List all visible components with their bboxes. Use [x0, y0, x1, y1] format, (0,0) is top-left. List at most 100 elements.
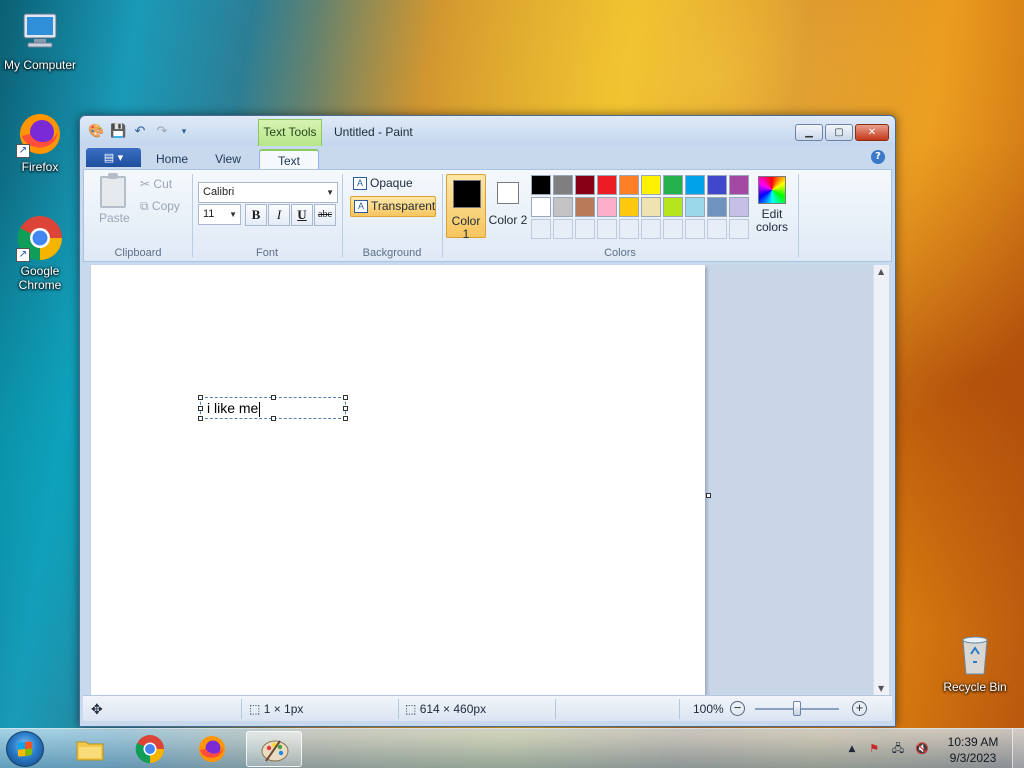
text-box[interactable]: i like me: [198, 395, 348, 421]
context-tab-text-tools: Text Tools: [258, 119, 322, 146]
resize-handle[interactable]: [343, 395, 348, 400]
palette-color-swatch[interactable]: [707, 197, 727, 217]
taskbar-item-paint[interactable]: [246, 731, 302, 767]
palette-color-swatch[interactable]: [685, 175, 705, 195]
palette-color-swatch[interactable]: [597, 197, 617, 217]
palette-color-swatch[interactable]: [663, 197, 683, 217]
firefox-icon: [199, 736, 225, 762]
palette-color-swatch[interactable]: [729, 197, 749, 217]
drawing-canvas[interactable]: i like me: [91, 265, 705, 695]
palette-color-swatch[interactable]: [685, 197, 705, 217]
palette-custom-slot[interactable]: [575, 219, 595, 239]
underline-button[interactable]: U: [291, 204, 313, 226]
palette-custom-slot[interactable]: [729, 219, 749, 239]
resize-handle[interactable]: [198, 395, 203, 400]
palette-custom-slot[interactable]: [641, 219, 661, 239]
palette-custom-slot[interactable]: [553, 219, 573, 239]
cut-button[interactable]: ✂ Cut: [140, 177, 172, 191]
tab-view[interactable]: View: [204, 149, 252, 169]
desktop-icon-recycle-bin[interactable]: Recycle Bin: [935, 630, 1015, 694]
undo-icon[interactable]: ↶: [132, 124, 148, 140]
italic-button[interactable]: I: [268, 204, 290, 226]
tab-text[interactable]: Text: [259, 149, 319, 169]
show-hidden-icons-icon[interactable]: ▲: [844, 741, 860, 757]
customize-toolbar-icon[interactable]: ▾: [176, 124, 192, 140]
palette-color-swatch[interactable]: [729, 175, 749, 195]
resize-handle[interactable]: [271, 416, 276, 421]
palette-color-swatch[interactable]: [575, 197, 595, 217]
palette-custom-slot[interactable]: [685, 219, 705, 239]
palette-color-swatch[interactable]: [619, 197, 639, 217]
scroll-up-icon[interactable]: ▲: [878, 267, 884, 276]
palette-color-swatch[interactable]: [641, 175, 661, 195]
copy-button[interactable]: ⧉ Copy: [140, 199, 180, 214]
palette-color-swatch[interactable]: [619, 175, 639, 195]
palette-color-swatch[interactable]: [553, 197, 573, 217]
minimize-button[interactable]: ▁: [795, 124, 823, 141]
transparent-icon: A: [354, 200, 368, 213]
zoom-slider-thumb[interactable]: [793, 701, 801, 716]
font-size-select[interactable]: 11 ▼: [198, 204, 241, 225]
desktop-icon-my-computer[interactable]: My Computer: [0, 8, 80, 72]
redo-icon[interactable]: ↷: [154, 124, 170, 140]
taskbar-clock[interactable]: 10:39 AM 9/3/2023: [938, 734, 1008, 766]
paint-menu-button[interactable]: ▤ ▾: [86, 148, 141, 167]
maximize-button[interactable]: ▢: [825, 124, 853, 141]
taskbar-item-firefox[interactable]: [184, 731, 240, 767]
paste-icon[interactable]: [100, 173, 126, 208]
resize-handle[interactable]: [343, 406, 348, 411]
palette-color-swatch[interactable]: [531, 197, 551, 217]
recycle-bin-icon: [951, 630, 999, 678]
palette-custom-slot[interactable]: [619, 219, 639, 239]
paste-button-label[interactable]: Paste: [99, 211, 130, 225]
status-divider: [679, 699, 680, 719]
palette-custom-slot[interactable]: [663, 219, 683, 239]
title-bar[interactable]: 🎨 💾 ↶ ↷ ▾ Text Tools Untitled - Paint ▁ …: [80, 116, 895, 146]
resize-handle[interactable]: [271, 395, 276, 400]
bold-button[interactable]: B: [245, 204, 267, 226]
taskbar-item-explorer[interactable]: [62, 731, 118, 767]
transparent-option[interactable]: A Transparent: [350, 196, 436, 217]
resize-handle[interactable]: [198, 406, 203, 411]
palette-custom-slot[interactable]: [531, 219, 551, 239]
palette-color-swatch[interactable]: [663, 175, 683, 195]
palette-custom-slot[interactable]: [597, 219, 617, 239]
vertical-scrollbar[interactable]: ▲ ▼: [873, 265, 889, 695]
desktop-icon-google-chrome[interactable]: ↗ Google Chrome: [0, 214, 80, 292]
help-icon[interactable]: ?: [871, 150, 885, 164]
strikethrough-button[interactable]: abc: [314, 204, 336, 226]
resize-handle[interactable]: [198, 416, 203, 421]
paint-app-icon[interactable]: 🎨: [88, 124, 104, 140]
desktop-icon-label: Firefox: [21, 160, 59, 174]
volume-muted-icon[interactable]: 🔇: [914, 741, 930, 757]
tab-home[interactable]: Home: [148, 149, 196, 169]
canvas-resize-handle[interactable]: [706, 493, 711, 498]
desktop-icon-firefox[interactable]: ↗ Firefox: [0, 110, 80, 174]
palette-custom-slot[interactable]: [707, 219, 727, 239]
font-family-select[interactable]: Calibri ▼: [198, 182, 338, 203]
palette-color-swatch[interactable]: [597, 175, 617, 195]
palette-color-swatch[interactable]: [575, 175, 595, 195]
palette-color-swatch[interactable]: [531, 175, 551, 195]
scroll-down-icon[interactable]: ▼: [878, 684, 884, 693]
resize-handle[interactable]: [343, 416, 348, 421]
zoom-out-button[interactable]: −: [730, 701, 745, 716]
color-1-button[interactable]: Color 1: [446, 174, 486, 241]
network-icon[interactable]: 🖧: [890, 741, 906, 757]
color-2-button[interactable]: Color 2: [488, 174, 528, 238]
zoom-in-button[interactable]: +: [852, 701, 867, 716]
show-desktop-button[interactable]: [1012, 729, 1024, 768]
paint-palette-icon: [261, 740, 289, 762]
action-center-icon[interactable]: ⚑: [866, 741, 882, 757]
taskbar-item-chrome[interactable]: [122, 731, 178, 767]
save-icon[interactable]: 💾: [110, 124, 126, 140]
copy-icon: ⧉: [140, 199, 149, 213]
palette-color-swatch[interactable]: [553, 175, 573, 195]
palette-color-swatch[interactable]: [707, 175, 727, 195]
close-button[interactable]: ✕: [855, 124, 889, 141]
palette-color-swatch[interactable]: [641, 197, 661, 217]
opaque-option[interactable]: A Opaque: [350, 174, 436, 195]
edit-colors-button[interactable]: Edit colors: [756, 176, 788, 234]
ribbon-separator: [798, 174, 799, 257]
start-button[interactable]: [6, 731, 44, 767]
